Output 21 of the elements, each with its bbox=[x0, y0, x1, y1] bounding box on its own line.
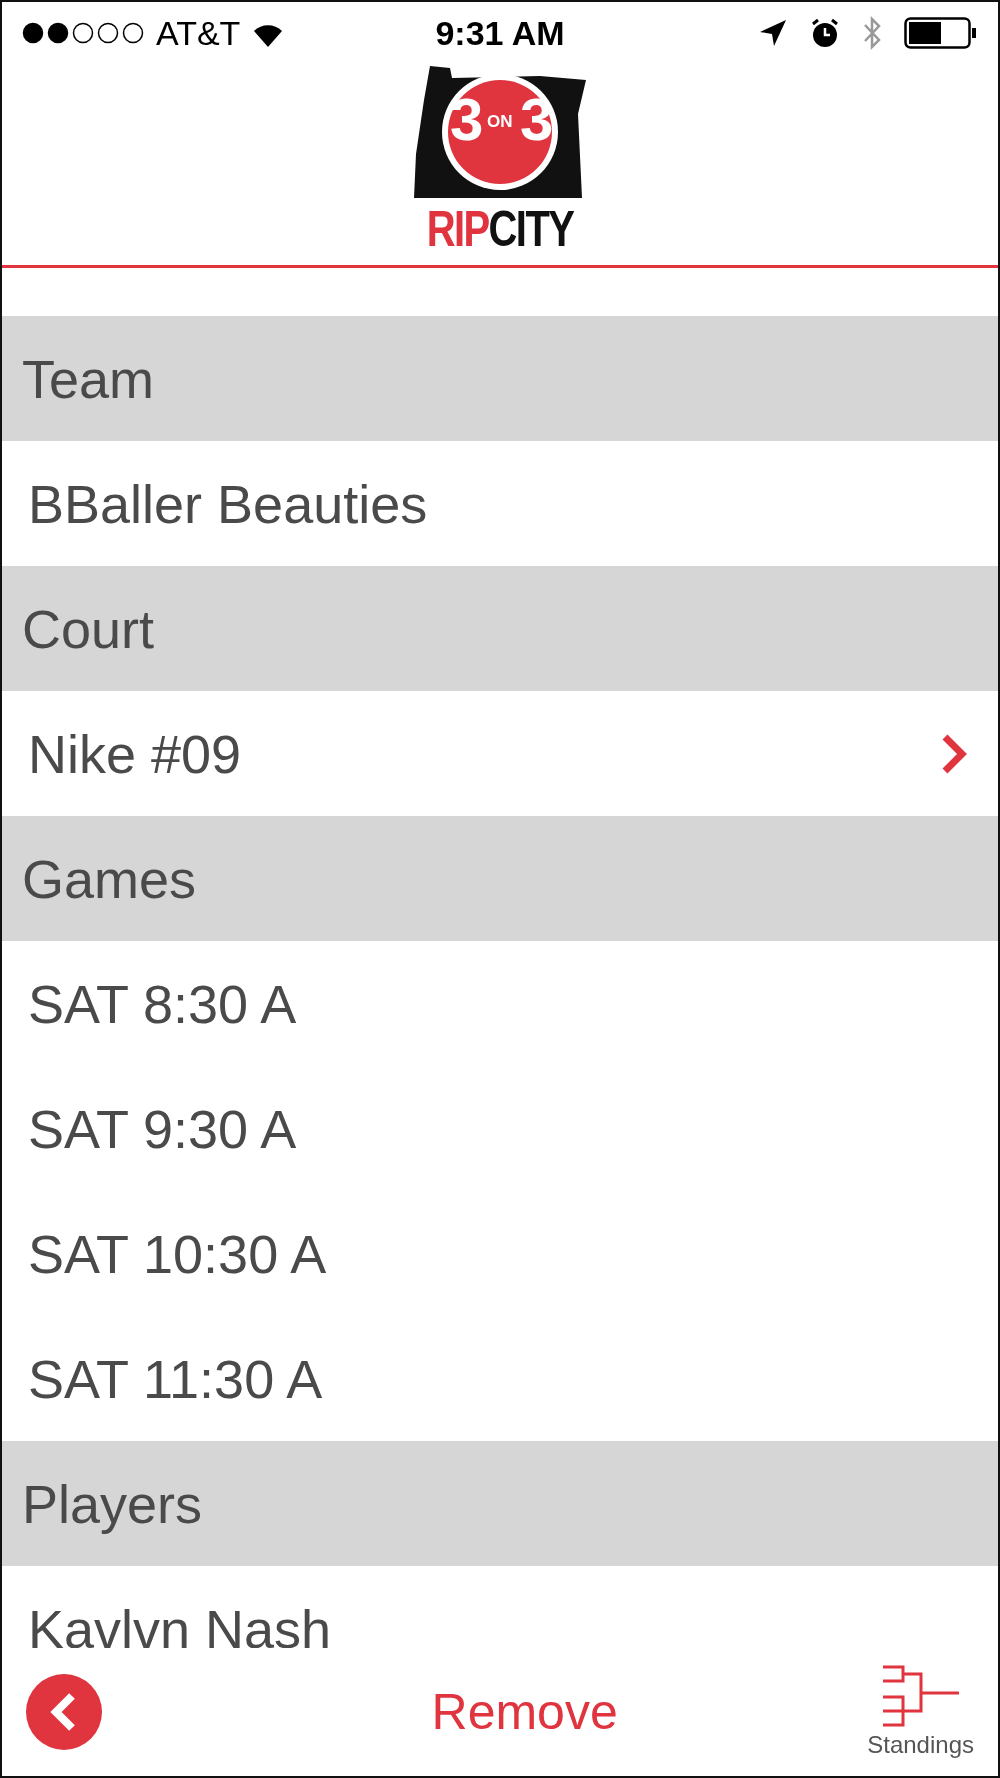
row-text: SAT 8:30 A bbox=[28, 972, 297, 1035]
bracket-icon bbox=[880, 1665, 961, 1727]
alarm-icon bbox=[810, 18, 840, 48]
section-header: Court bbox=[2, 566, 998, 691]
standings-button[interactable]: Standings bbox=[867, 1665, 974, 1759]
section-header: Team bbox=[2, 316, 998, 441]
bluetooth-icon bbox=[862, 15, 882, 51]
signal-icon bbox=[22, 22, 146, 44]
carrier-name: AT&T bbox=[156, 13, 241, 53]
status-time: 9:31 AM bbox=[435, 13, 565, 53]
remove-button[interactable]: Remove bbox=[431, 1683, 618, 1741]
row-text: SAT 9:30 A bbox=[28, 1097, 297, 1160]
section-header: Players bbox=[2, 1441, 998, 1566]
row-text: SAT 10:30 A bbox=[28, 1222, 327, 1285]
row-text: Kavlvn Nash bbox=[28, 1597, 332, 1648]
battery-icon bbox=[904, 17, 978, 49]
row-text: SAT 11:30 A bbox=[28, 1347, 323, 1410]
row-text: BBaller Beauties bbox=[28, 472, 428, 535]
location-icon bbox=[758, 18, 788, 48]
row-text: Nike #09 bbox=[28, 722, 242, 785]
section-header: Games bbox=[2, 816, 998, 941]
